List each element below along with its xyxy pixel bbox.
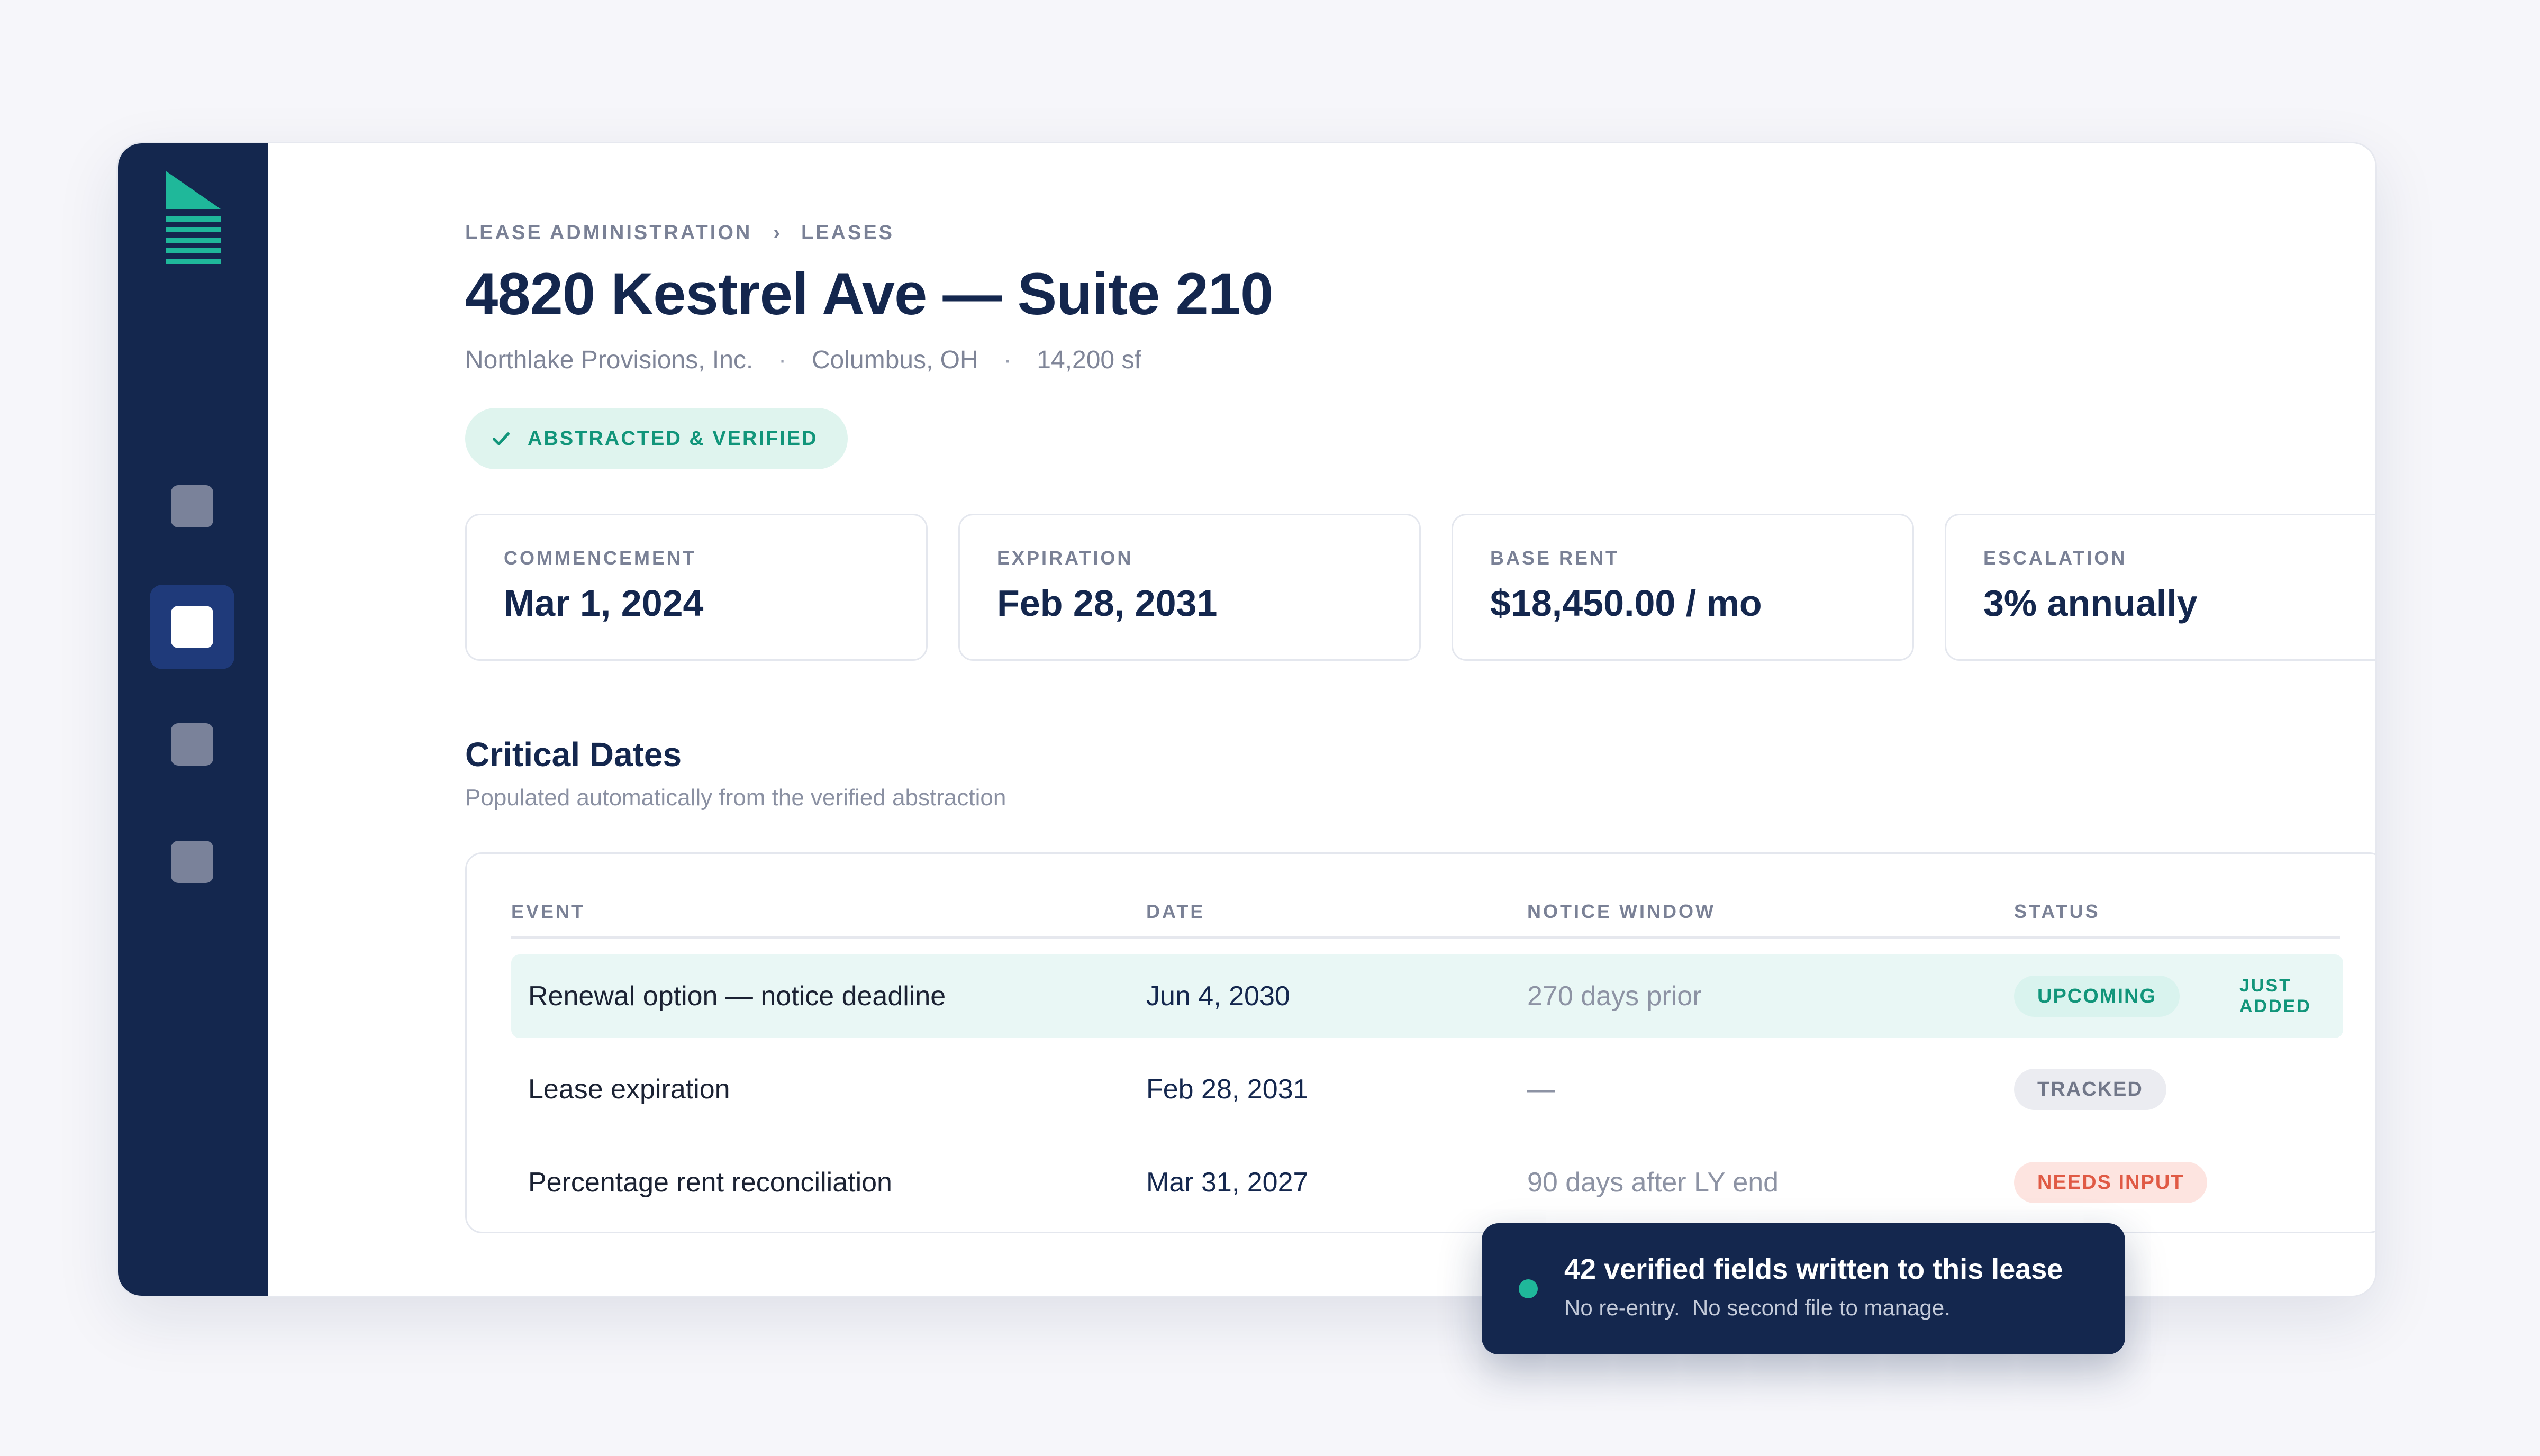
event-cell: Lease expiration <box>528 1074 730 1105</box>
nav-square-icon <box>171 723 213 766</box>
table-row[interactable]: Lease expiration Feb 28, 2031 — TRACKED <box>511 1048 2343 1131</box>
card-label: BASE RENT <box>1490 547 1620 569</box>
status-cell: NEEDS INPUT <box>2014 1141 2208 1224</box>
sidebar-nav-item-3[interactable] <box>150 702 234 787</box>
card-value: 3% annually <box>1983 583 2198 624</box>
expiration-card: EXPIRATION Feb 28, 2031 <box>958 514 1421 661</box>
column-header-event: EVENT <box>511 900 586 922</box>
lease-summary-cards: COMMENCEMENT Mar 1, 2024 EXPIRATION Feb … <box>465 514 2375 661</box>
status-badge: NEEDS INPUT <box>2014 1162 2208 1203</box>
card-value: $18,450.00 / mo <box>1490 583 1762 624</box>
toast-message: No re-entry. No second file to manage. <box>1564 1295 1951 1320</box>
notice-window-cell: — <box>1527 1074 1555 1105</box>
app-window: LEASE ADMINISTRATION › LEASES 4820 Kestr… <box>116 142 2377 1297</box>
date-cell: Jun 4, 2030 <box>1146 981 1290 1012</box>
event-cell: Percentage rent reconciliation <box>528 1167 892 1198</box>
column-header-notice-window: NOTICE WINDOW <box>1527 900 1716 922</box>
column-header-date: DATE <box>1146 900 1205 922</box>
property-meta: Northlake Provisions, Inc. · Columbus, O… <box>465 345 1141 375</box>
escalation-card: ESCALATION 3% annually <box>1945 514 2375 661</box>
critical-dates-table: EVENT DATE NOTICE WINDOW STATUS Renewal … <box>465 852 2375 1233</box>
meta-separator: · <box>1003 347 1012 373</box>
date-cell: Mar 31, 2027 <box>1146 1167 1309 1198</box>
header-divider <box>511 936 2340 939</box>
breadcrumb: LEASE ADMINISTRATION › LEASES <box>465 222 894 244</box>
sidebar-nav-item-4[interactable] <box>150 820 234 904</box>
nav-square-icon <box>171 841 213 883</box>
commencement-card: COMMENCEMENT Mar 1, 2024 <box>465 514 928 661</box>
status-cell: TRACKED <box>2014 1048 2166 1131</box>
base-rent-card: BASE RENT $18,450.00 / mo <box>1452 514 1914 661</box>
tenant-name: Northlake Provisions, Inc. <box>465 346 754 374</box>
nav-square-icon <box>171 485 213 527</box>
notice-window-cell: 270 days prior <box>1527 981 1702 1012</box>
logo-icon <box>166 171 221 264</box>
toast-title: 42 verified fields written to this lease <box>1564 1253 2063 1285</box>
check-icon <box>493 432 510 445</box>
breadcrumb-lease-administration[interactable]: LEASE ADMINISTRATION <box>465 222 752 244</box>
critical-dates-title: Critical Dates <box>465 735 682 774</box>
breadcrumb-leases[interactable]: LEASES <box>801 222 894 244</box>
meta-separator: · <box>778 347 786 373</box>
property-location: Columbus, OH <box>811 346 978 374</box>
date-cell: Feb 28, 2031 <box>1146 1074 1309 1105</box>
critical-dates-subtitle: Populated automatically from the verifie… <box>465 785 1006 811</box>
main-content: LEASE ADMINISTRATION › LEASES 4820 Kestr… <box>268 143 2375 1296</box>
breadcrumb-separator: › <box>773 222 780 244</box>
card-label: COMMENCEMENT <box>504 547 696 569</box>
nav-square-icon <box>171 606 213 648</box>
just-added-badge: JUST ADDED <box>2239 976 2311 1016</box>
verified-status-label: ABSTRACTED & VERIFIED <box>528 427 818 450</box>
status-cell: UPCOMING <box>2014 954 2180 1038</box>
notice-window-cell: 90 days after LY end <box>1527 1167 1779 1198</box>
table-row[interactable]: Renewal option — notice deadline Jun 4, … <box>511 954 2343 1038</box>
property-area: 14,200 sf <box>1037 346 1141 374</box>
card-label: EXPIRATION <box>997 547 1133 569</box>
card-value: Feb 28, 2031 <box>997 583 1218 624</box>
verified-status-badge: ABSTRACTED & VERIFIED <box>465 408 848 469</box>
card-value: Mar 1, 2024 <box>504 583 704 624</box>
sidebar-nav-item-1[interactable] <box>150 464 234 549</box>
sidebar-nav-item-2-active[interactable] <box>150 585 234 669</box>
card-label: ESCALATION <box>1983 547 2127 569</box>
table-row[interactable]: Percentage rent reconciliation Mar 31, 2… <box>511 1141 2343 1224</box>
sidebar <box>118 143 268 1296</box>
column-header-status: STATUS <box>2014 900 2100 922</box>
event-cell: Renewal option — notice deadline <box>528 981 946 1012</box>
status-badge: UPCOMING <box>2014 976 2180 1017</box>
success-toast: 42 verified fields written to this lease… <box>1482 1223 2125 1354</box>
status-dot-icon <box>1519 1279 1538 1298</box>
status-badge: TRACKED <box>2014 1069 2166 1110</box>
page-title: 4820 Kestrel Ave — Suite 210 <box>465 261 1273 327</box>
